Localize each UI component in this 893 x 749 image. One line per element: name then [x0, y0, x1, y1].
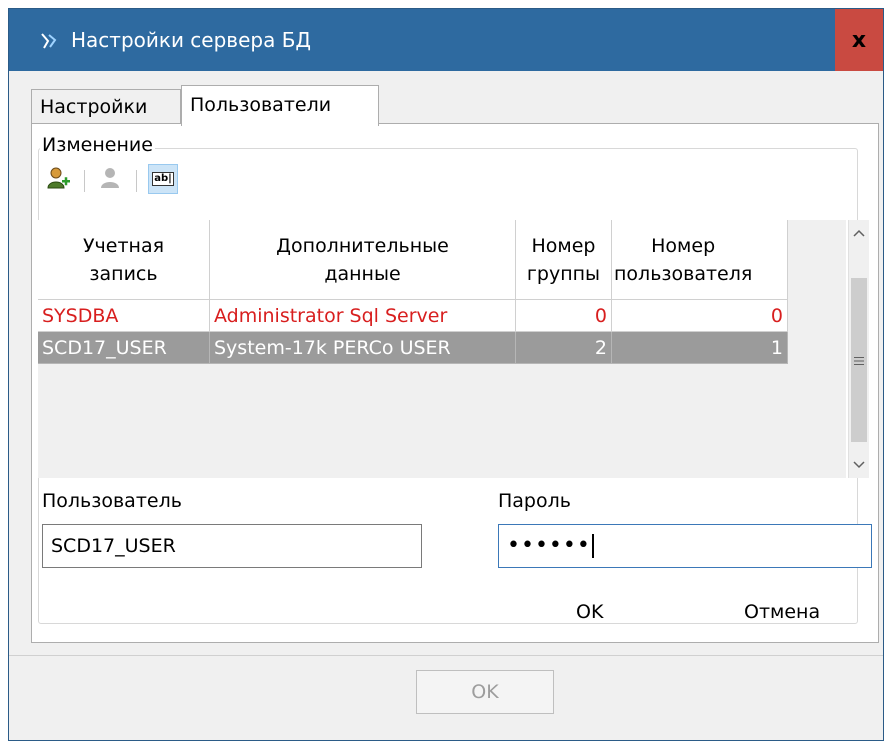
column-header-account[interactable]: Учетная запись — [38, 220, 210, 300]
column-header-user-number[interactable]: Номер пользователя — [612, 220, 788, 300]
title-bar[interactable]: Настройки сервера БД x — [9, 9, 883, 71]
group-label: Изменение — [40, 134, 155, 156]
add-user-icon — [47, 167, 70, 189]
cell-group: 2 — [516, 332, 612, 364]
chevron-down-icon — [853, 461, 865, 469]
ok-button[interactable]: OK — [416, 670, 554, 714]
column-header-group[interactable]: Номер группы — [516, 220, 612, 300]
delete-user-button[interactable] — [96, 164, 126, 194]
toolbar-separator — [84, 170, 85, 192]
cell-group: 0 — [516, 300, 612, 332]
password-value: •••••• — [507, 533, 591, 558]
toolbar-separator — [136, 170, 137, 192]
users-grid: Учетная запись Дополнительные данные Ном… — [38, 220, 846, 478]
user-input[interactable]: SCD17_USER — [42, 524, 422, 568]
cell-info: System-17k PERCo USER — [210, 332, 516, 364]
footer-divider — [9, 655, 883, 656]
scroll-up-button[interactable] — [849, 220, 869, 246]
ok-link-button[interactable]: OK — [576, 600, 603, 624]
chevron-up-icon — [853, 229, 865, 237]
column-header-info[interactable]: Дополнительные данные — [210, 220, 516, 300]
rename-button[interactable]: ab| — [148, 164, 178, 194]
scroll-down-button[interactable] — [849, 452, 869, 478]
close-button[interactable]: x — [835, 9, 883, 71]
user-label: Пользователь — [42, 490, 182, 512]
cell-user-number: 1 — [612, 332, 788, 364]
cell-account: SCD17_USER — [38, 332, 210, 364]
password-input[interactable]: •••••• — [498, 524, 872, 568]
text-caret — [591, 534, 594, 558]
users-tab-panel: Изменение ab| Учетная запись Дополнитель… — [31, 123, 879, 643]
dialog-window: Настройки сервера БД x Настройки Пользов… — [8, 8, 884, 741]
cancel-link-button[interactable]: Отмена — [744, 600, 820, 624]
delete-user-icon — [101, 168, 119, 188]
rename-icon: ab| — [152, 172, 174, 186]
close-icon: x — [851, 27, 867, 53]
grip-icon — [854, 357, 864, 365]
tab-settings[interactable]: Настройки — [31, 89, 181, 123]
tab-users[interactable]: Пользователи — [181, 85, 379, 126]
window-title: Настройки сервера БД — [71, 28, 312, 52]
toolbar: ab| — [44, 164, 244, 198]
vertical-scrollbar[interactable] — [848, 220, 869, 478]
app-icon — [39, 31, 59, 51]
cell-info: Administrator Sql Server — [210, 300, 516, 332]
add-user-button[interactable] — [44, 164, 74, 194]
cell-account: SYSDBA — [38, 300, 210, 332]
password-label: Пароль — [498, 490, 571, 512]
cell-user-number: 0 — [612, 300, 788, 332]
